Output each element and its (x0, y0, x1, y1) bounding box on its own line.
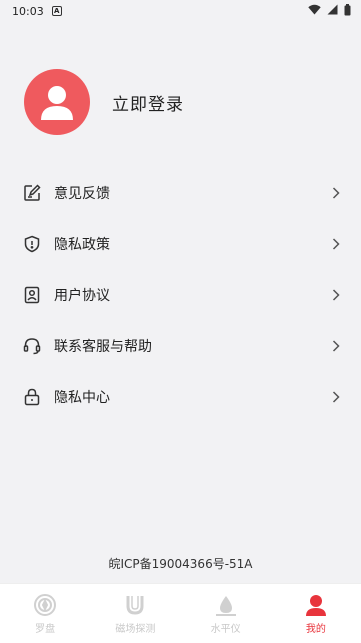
lock-icon (23, 388, 41, 406)
person-avatar-icon (41, 86, 73, 120)
chevron-right-icon (331, 237, 341, 251)
profile-header[interactable]: 立即登录 (24, 69, 184, 135)
chevron-right-icon (331, 390, 341, 404)
tab-label: 罗盘 (35, 623, 56, 635)
tab-label: 磁场探测 (115, 623, 156, 635)
chevron-right-icon (331, 288, 341, 302)
menu-item-user-agreement[interactable]: 用户协议 (0, 269, 361, 320)
chevron-right-icon (331, 186, 341, 200)
chevron-right-icon (331, 339, 341, 353)
tab-label: 我的 (305, 623, 326, 635)
menu-item-privacy-center[interactable]: 隐私中心 (0, 371, 361, 422)
settings-menu: 意见反馈 隐私政策 用户协议 联系客服与帮助 隐私中心 (0, 167, 361, 422)
login-link[interactable]: 立即登录 (112, 90, 184, 115)
wifi-icon (308, 4, 321, 18)
person-icon (304, 593, 328, 617)
signal-icon (327, 4, 338, 18)
tab-compass[interactable]: 罗盘 (0, 584, 90, 643)
user-agreement-icon (23, 286, 41, 304)
menu-item-label: 意见反馈 (54, 185, 110, 202)
status-left: 10:03 A (12, 5, 62, 18)
icp-record: 皖ICP备19004366号-51A (108, 557, 253, 571)
menu-item-label: 隐私中心 (54, 389, 110, 406)
status-time: 10:03 (12, 4, 44, 18)
water-drop-icon (214, 593, 238, 617)
magnet-icon (123, 593, 147, 617)
bottom-nav: 罗盘 磁场探测 水平仪 我的 (0, 583, 361, 643)
feedback-edit-icon (23, 183, 41, 202)
menu-item-label: 隐私政策 (54, 236, 110, 253)
battery-icon (344, 3, 351, 19)
shield-icon (23, 235, 41, 253)
headset-icon (23, 337, 41, 355)
menu-item-label: 联系客服与帮助 (54, 338, 152, 355)
menu-item-label: 用户协议 (54, 287, 110, 304)
tab-level[interactable]: 水平仪 (181, 584, 271, 643)
menu-item-feedback[interactable]: 意见反馈 (0, 167, 361, 218)
menu-item-customer-service[interactable]: 联系客服与帮助 (0, 320, 361, 371)
menu-item-privacy-policy[interactable]: 隐私政策 (0, 218, 361, 269)
tab-mine[interactable]: 我的 (271, 584, 361, 643)
status-right (308, 3, 351, 19)
tab-magnetic-detection[interactable]: 磁场探测 (90, 584, 180, 643)
a-letter-icon: A (51, 6, 62, 16)
compass-icon (33, 593, 57, 617)
status-bar: 10:03 A (0, 0, 361, 22)
avatar[interactable] (24, 69, 90, 135)
tab-label: 水平仪 (210, 623, 241, 635)
